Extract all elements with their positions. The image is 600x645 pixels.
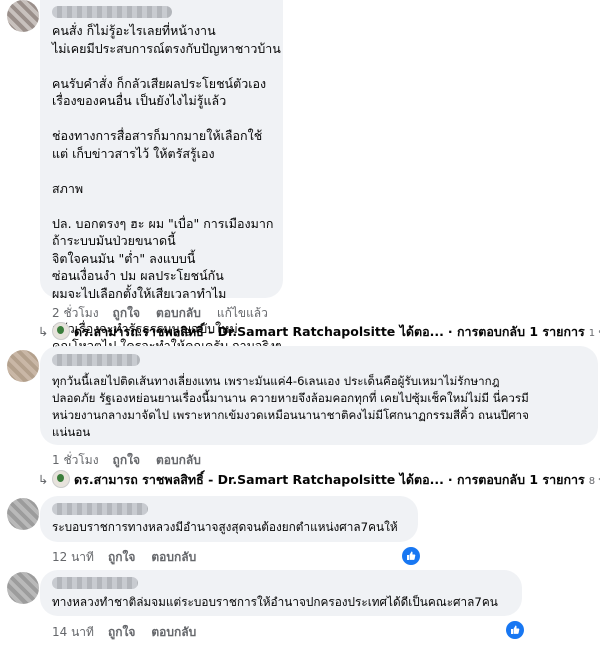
like-link[interactable]: ถูกใจ (113, 306, 140, 320)
comment-bubble: ทุกวันนี้เลยไปติดเส้นทางเลี่ยงแทน เพราะม… (40, 346, 598, 445)
reply-time: 1 ชั่วโมง (588, 328, 600, 339)
reply-count[interactable]: · การตอบกลับ 1 รายการ (448, 324, 585, 339)
comment-actions: 14 นาที ถูกใจ ตอบกลับ (52, 623, 212, 642)
commenter-name-blurred[interactable] (52, 577, 138, 589)
reply-link[interactable]: ตอบกลับ (151, 625, 196, 639)
like-reaction-badge[interactable] (400, 545, 422, 567)
replier-avatar (52, 322, 70, 340)
commenter-name-blurred[interactable] (52, 6, 172, 18)
comment-time[interactable]: 12 นาที (52, 550, 94, 564)
replier-avatar (52, 470, 70, 488)
like-reaction-badge[interactable] (504, 619, 526, 641)
comment-bubble: ทางหลวงทำชาติล่มจมแต่ระบอบราชการให้อำนาจ… (40, 570, 522, 616)
like-link[interactable]: ถูกใจ (108, 550, 135, 564)
reply-arrow-icon: ↳ (38, 324, 49, 339)
replier-name[interactable]: ดร.สามารถ ราชพลสิทธิ์ - Dr.Samart Ratcha… (74, 472, 444, 487)
reply-link[interactable]: ตอบกลับ (156, 453, 201, 467)
commenter-name-blurred[interactable] (52, 354, 140, 366)
commenter-name-blurred[interactable] (52, 503, 148, 515)
replier-name[interactable]: ดร.สามารถ ราชพลสิทธิ์ - Dr.Samart Ratcha… (74, 324, 444, 339)
comment-bubble: คนสั่ง ก็ไม่รู้อะไรเลยที่หน้างาน ไม่เคยม… (40, 0, 283, 353)
comment-text: ทุกวันนี้เลยไปติดเส้นทางเลี่ยงแทน เพราะม… (52, 374, 529, 439)
like-link[interactable]: ถูกใจ (108, 625, 135, 639)
comment-actions: 12 นาที ถูกใจ ตอบกลับ (52, 548, 212, 567)
comment-bubble: ระบอบราชการทางหลวงมีอำนาจสูงสุดจนต้องยกต… (40, 496, 418, 542)
view-replies-row[interactable]: ↳ ดร.สามารถ ราชพลสิทธิ์ - Dr.Samart Ratch… (38, 322, 600, 342)
commenter-avatar[interactable] (7, 350, 39, 382)
commenter-avatar[interactable] (7, 0, 39, 32)
like-thumb-icon (407, 551, 416, 560)
like-link[interactable]: ถูกใจ (113, 453, 140, 467)
comment-time[interactable]: 2 ชั่วโมง (52, 306, 99, 320)
reply-arrow-icon: ↳ (38, 472, 49, 487)
view-replies-row[interactable]: ↳ ดร.สามารถ ราชพลสิทธิ์ - Dr.Samart Ratch… (38, 470, 600, 490)
comment-text: ระบอบราชการทางหลวงมีอำนาจสูงสุดจนต้องยกต… (52, 520, 398, 534)
commenter-avatar[interactable] (7, 498, 39, 530)
comment-text: ทางหลวงทำชาติล่มจมแต่ระบอบราชการให้อำนาจ… (52, 595, 498, 609)
comment-actions: 1 ชั่วโมง ถูกใจ ตอบกลับ (52, 451, 217, 470)
like-thumb-icon (511, 625, 520, 634)
comment-time[interactable]: 14 นาที (52, 625, 94, 639)
reply-link[interactable]: ตอบกลับ (156, 306, 201, 320)
comment-time[interactable]: 1 ชั่วโมง (52, 453, 99, 467)
comment-actions: 2 ชั่วโมง ถูกใจ ตอบกลับ แก้ไขแล้ว (52, 304, 282, 323)
reply-time: 8 นาที (588, 476, 600, 487)
edited-label[interactable]: แก้ไขแล้ว (217, 306, 268, 320)
reply-link[interactable]: ตอบกลับ (151, 550, 196, 564)
reply-count[interactable]: · การตอบกลับ 1 รายการ (448, 472, 585, 487)
commenter-avatar[interactable] (7, 572, 39, 604)
